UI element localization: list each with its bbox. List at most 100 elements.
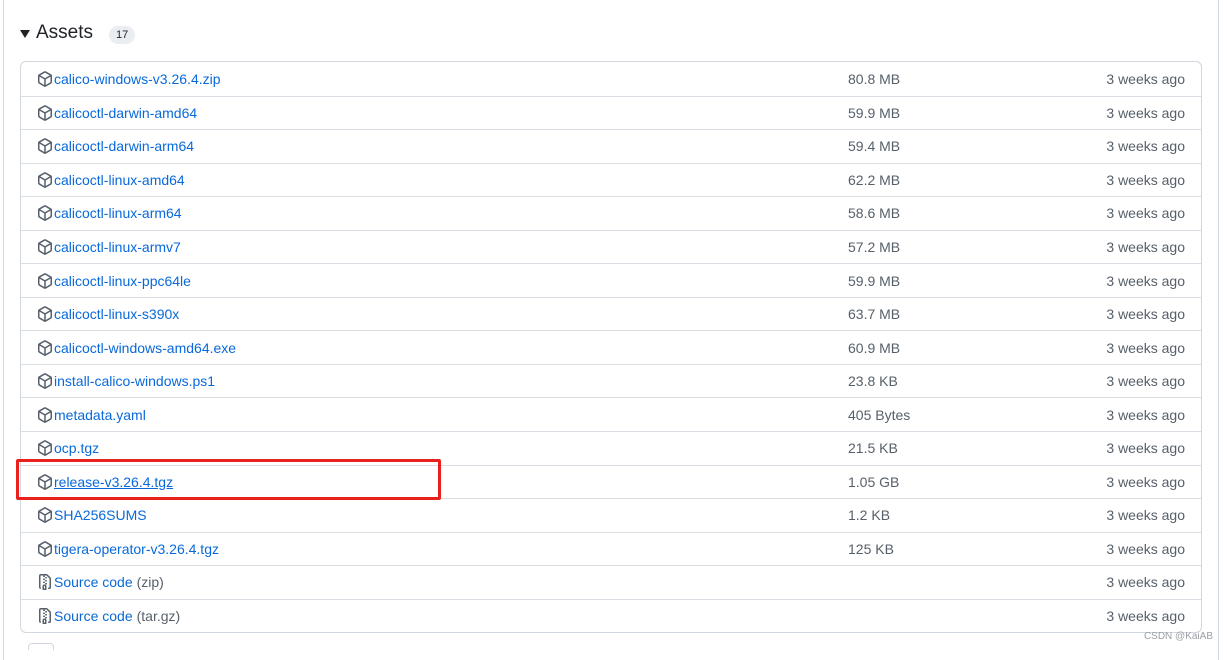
asset-name-cell: metadata.yaml [37, 407, 146, 423]
asset-download-link[interactable]: calicoctl-linux-ppc64le [54, 273, 191, 289]
asset-date: 3 weeks ago [1106, 306, 1185, 323]
asset-row: install-calico-windows.ps1 23.8 KB 3 weeks… [21, 363, 1201, 398]
asset-size: 59.9 MB [848, 272, 901, 289]
asset-download-link[interactable]: calicoctl-linux-amd64 [54, 172, 185, 188]
asset-size: 1.05 GB [848, 473, 900, 490]
asset-date: 3 weeks ago [1106, 205, 1185, 222]
asset-name-cell: calicoctl-darwin-arm64 [37, 138, 194, 154]
package-icon [37, 440, 53, 457]
asset-download-link[interactable]: calicoctl-linux-arm64 [54, 205, 182, 221]
assets-list: calico-windows-v3.26.4.zip 80.8 MB 3 weeks… [20, 61, 1202, 634]
asset-name-cell: calicoctl-linux-amd64 [37, 172, 185, 188]
asset-download-link[interactable]: install-calico-windows.ps1 [54, 373, 215, 389]
file-zip-icon [37, 608, 53, 625]
asset-row: calicoctl-windows-amd64.exe 60.9 MB 3 week… [21, 330, 1201, 364]
package-icon [37, 306, 53, 322]
asset-name-cell: calicoctl-darwin-amd64 [37, 105, 197, 121]
asset-row: tigera-operator-v3.26.4.tgz 125 KB 3 weeks… [21, 531, 1201, 566]
asset-download-link[interactable]: calicoctl-windows-amd64.exe [54, 340, 236, 356]
package-icon [37, 205, 53, 222]
asset-row: calicoctl-darwin-amd64 59.9 MB 3 weeks ago [21, 95, 1201, 130]
assets-title[interactable]: Assets [36, 22, 93, 44]
asset-download-link[interactable]: metadata.yaml [54, 407, 146, 423]
source-format-label: (tar.gz) [136, 608, 181, 625]
asset-download-link[interactable]: SHA256SUMS [54, 507, 147, 523]
asset-size: 405 Bytes [848, 406, 911, 423]
asset-row: calico-windows-v3.26.4.zip 80.8 MB 3 weeks… [21, 62, 1201, 96]
asset-name-cell: tigera-operator-v3.26.4.tgz [37, 541, 219, 557]
asset-date: 3 weeks ago [1106, 104, 1185, 121]
asset-size: 62.2 MB [848, 171, 901, 188]
caret-down-icon[interactable] [20, 30, 30, 38]
package-icon [37, 373, 53, 390]
asset-date: 3 weeks ago [1106, 339, 1185, 356]
asset-size: 58.6 MB [848, 205, 901, 222]
asset-download-link[interactable]: calicoctl-linux-armv7 [54, 239, 181, 255]
asset-size: 60.9 MB [848, 339, 901, 356]
asset-row: calicoctl-linux-amd64 62.2 MB 3 weeks ago [21, 162, 1201, 197]
asset-date: 3 weeks ago [1106, 507, 1185, 524]
asset-size: 125 KB [848, 540, 894, 557]
asset-download-link[interactable]: tigera-operator-v3.26.4.tgz [54, 541, 219, 557]
package-icon [37, 172, 53, 188]
asset-name-cell: install-calico-windows.ps1 [37, 373, 215, 389]
package-icon [37, 70, 53, 87]
package-icon [37, 272, 53, 289]
assets-count-badge: 17 [109, 25, 136, 44]
package-icon [37, 104, 53, 121]
asset-row: calicoctl-linux-ppc64le 59.9 MB 3 weeks ag… [21, 263, 1201, 297]
asset-date: 3 weeks ago [1106, 540, 1185, 557]
asset-download-link[interactable]: ocp.tgz [54, 440, 99, 456]
asset-name-cell: SHA256SUMS [37, 507, 147, 523]
asset-name-cell: calico-windows-v3.26.4.zip [37, 71, 221, 87]
asset-date: 3 weeks ago [1106, 373, 1185, 390]
asset-row: calicoctl-linux-s390x 63.7 MB 3 weeks ago [21, 296, 1201, 331]
asset-date: 3 weeks ago [1106, 608, 1185, 625]
assets-header[interactable]: Assets 17 [20, 19, 136, 47]
asset-size: 23.8 KB [848, 373, 898, 390]
asset-row: calicoctl-darwin-arm64 59.4 MB 3 weeks ago [21, 129, 1201, 163]
asset-date: 3 weeks ago [1106, 574, 1185, 591]
file-zip-icon [37, 574, 53, 591]
package-icon [37, 239, 53, 255]
asset-date: 3 weeks ago [1106, 440, 1185, 457]
asset-row: Source code (tar.gz) 3 weeks ago [21, 598, 1201, 633]
package-icon [37, 507, 53, 524]
package-icon [37, 541, 53, 557]
asset-size: 1.2 KB [848, 507, 891, 524]
package-icon [37, 406, 53, 423]
asset-name-cell: calicoctl-linux-arm64 [37, 205, 182, 221]
asset-download-link[interactable]: calicoctl-linux-s390x [54, 306, 179, 322]
asset-size: 21.5 KB [848, 440, 898, 457]
asset-size: 59.4 MB [848, 138, 901, 155]
package-icon [37, 138, 53, 155]
asset-size: 59.9 MB [848, 104, 901, 121]
asset-row: calicoctl-linux-armv7 57.2 MB 3 weeks ago [21, 229, 1201, 264]
asset-row: metadata.yaml 405 Bytes 3 weeks ago [21, 397, 1201, 431]
asset-name-cell: calicoctl-linux-ppc64le [37, 273, 191, 289]
asset-download-link[interactable]: calicoctl-darwin-arm64 [54, 138, 194, 154]
asset-date: 3 weeks ago [1106, 473, 1185, 490]
watermark: CSDN @KaiAB [1143, 631, 1213, 642]
asset-download-link[interactable]: calicoctl-darwin-amd64 [54, 105, 197, 121]
highlight-annotation [16, 459, 441, 500]
asset-row: calicoctl-linux-arm64 58.6 MB 3 weeks ago [21, 196, 1201, 230]
asset-size: 63.7 MB [848, 306, 901, 323]
asset-download-link[interactable]: calico-windows-v3.26.4.zip [54, 71, 221, 87]
asset-download-link[interactable]: Source code [54, 574, 133, 590]
asset-date: 3 weeks ago [1106, 171, 1185, 188]
asset-name-cell: Source code (tar.gz) [37, 608, 181, 625]
asset-name-cell: calicoctl-linux-armv7 [37, 239, 181, 255]
asset-name-cell: calicoctl-linux-s390x [37, 306, 179, 322]
asset-size: 57.2 MB [848, 239, 901, 255]
asset-name-cell: ocp.tgz [37, 440, 99, 456]
asset-date: 3 weeks ago [1106, 138, 1185, 155]
asset-date: 3 weeks ago [1106, 406, 1185, 423]
asset-size: 80.8 MB [848, 70, 901, 87]
asset-row: SHA256SUMS 1.2 KB 3 weeks ago [21, 498, 1201, 532]
source-format-label: (zip) [136, 574, 164, 591]
asset-date: 3 weeks ago [1106, 239, 1185, 255]
asset-name-cell: calicoctl-windows-amd64.exe [37, 340, 236, 356]
asset-download-link[interactable]: Source code [54, 608, 133, 624]
asset-name-cell: Source code (zip) [37, 574, 164, 591]
